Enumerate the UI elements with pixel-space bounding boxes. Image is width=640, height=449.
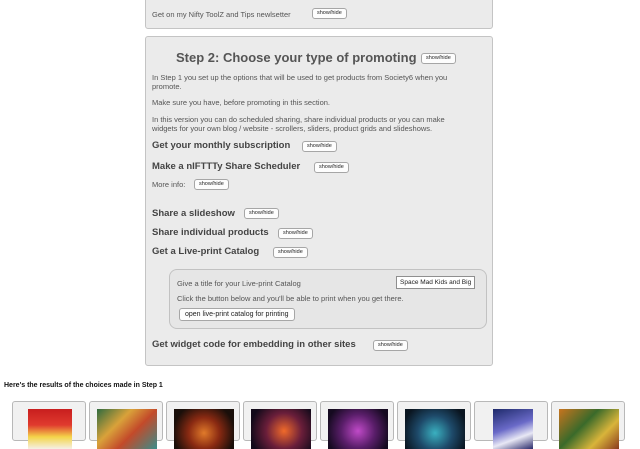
catalog-instructions: Click the button below and you'll be abl… — [177, 294, 404, 303]
step2-intro-line1b: promote. — [152, 82, 182, 91]
product-thumb-image — [493, 409, 533, 449]
step2-title: Step 2: Choose your type of promoting — [176, 50, 417, 65]
slideshow-heading: Share a slideshow — [152, 208, 235, 219]
product-thumb-1[interactable] — [12, 401, 86, 449]
individual-products-heading: Share individual products — [152, 227, 269, 238]
catalog-heading: Get a Live-print Catalog — [152, 246, 260, 257]
scheduler-heading: Make a nIFTTTy Share Scheduler — [152, 161, 301, 172]
step2-panel: Step 2: Choose your type of promoting sh… — [145, 36, 493, 366]
open-catalog-button[interactable]: open live-print catalog for printing — [179, 308, 295, 321]
product-thumb-2[interactable] — [89, 401, 163, 449]
product-thumb-image — [174, 409, 234, 449]
product-thumb-8[interactable] — [551, 401, 625, 449]
widget-toggle-button[interactable]: show/hide — [373, 340, 408, 351]
step2-intro-line3: In this version you can do scheduled sha… — [152, 115, 445, 124]
product-thumb-4[interactable] — [243, 401, 317, 449]
subscription-heading: Get your monthly subscription — [152, 140, 291, 151]
product-thumb-image — [405, 409, 465, 449]
catalog-title-prompt: Give a title for your Live-print Catalog — [177, 279, 301, 288]
step2-toggle-button[interactable]: show/hide — [421, 53, 456, 64]
newsletter-panel: Get on my Nifty ToolZ and Tips newlsette… — [145, 0, 493, 29]
widget-heading: Get widget code for embedding in other s… — [152, 339, 356, 350]
scheduler-toggle-button[interactable]: show/hide — [314, 162, 349, 173]
product-thumb-image — [251, 409, 311, 449]
product-thumb-5[interactable] — [320, 401, 394, 449]
product-thumb-6[interactable] — [397, 401, 471, 449]
product-thumb-7[interactable] — [474, 401, 548, 449]
catalog-options-box: Give a title for your Live-print Catalog… — [169, 269, 487, 329]
product-thumb-3[interactable] — [166, 401, 240, 449]
individual-products-toggle-button[interactable]: show/hide — [278, 228, 313, 239]
product-thumb-image — [97, 409, 157, 449]
product-thumb-image — [28, 409, 72, 449]
step2-intro-line1: In Step 1 you set up the options that wi… — [152, 73, 448, 82]
slideshow-toggle-button[interactable]: show/hide — [244, 208, 279, 219]
product-thumb-image — [328, 409, 388, 449]
results-label: Here's the results of the choices made i… — [4, 382, 163, 389]
subscription-toggle-button[interactable]: show/hide — [302, 141, 337, 152]
more-info-label: More info: — [152, 180, 186, 189]
catalog-toggle-button[interactable]: show/hide — [273, 247, 308, 258]
step2-intro-line2: Make sure you have, before promoting in … — [152, 98, 331, 107]
more-info-toggle-button[interactable]: show/hide — [194, 179, 229, 190]
newsletter-toggle-button[interactable]: show/hide — [312, 8, 347, 19]
step2-intro-line3b: widgets for your own blog / website - sc… — [152, 124, 433, 133]
newsletter-text: Get on my Nifty ToolZ and Tips newlsette… — [152, 10, 291, 19]
product-thumb-image — [559, 409, 619, 449]
catalog-title-input[interactable]: Space Mad Kids and Big — [396, 276, 476, 289]
